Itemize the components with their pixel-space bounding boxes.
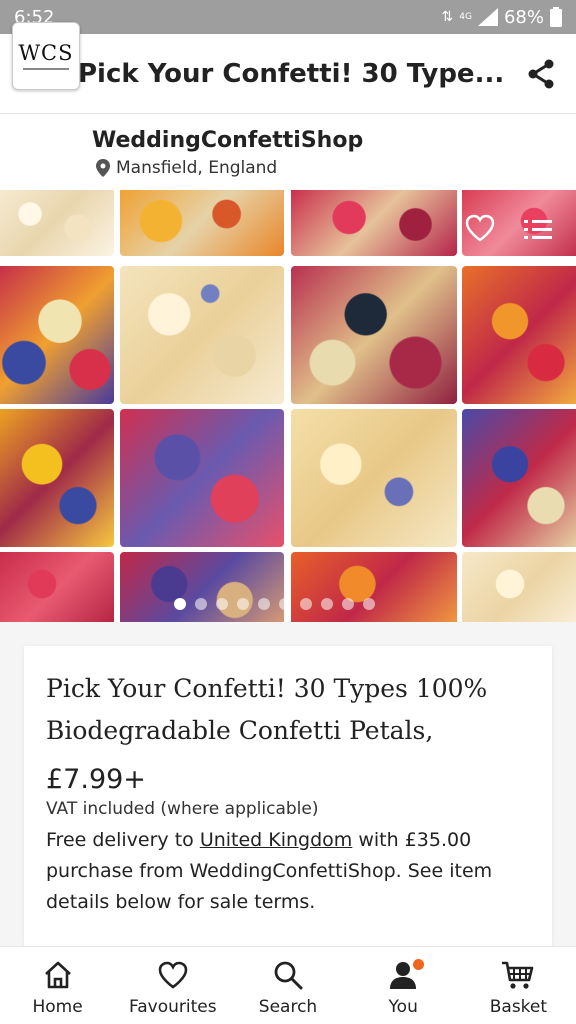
nav-home-label: Home [32,997,83,1017]
gallery-image[interactable] [0,190,114,256]
delivery-country-link[interactable]: United Kingdom [200,829,353,851]
network-label: 4G [459,12,472,22]
shop-logo[interactable]: WCS [12,22,80,90]
gallery-image[interactable] [291,409,457,547]
shop-location-text: Mansfield, England [116,158,278,178]
gallery-image[interactable] [120,190,284,256]
nav-search[interactable]: Search [230,947,345,1024]
location-pin-icon [96,159,110,177]
nav-basket-label: Basket [489,997,548,1017]
favourite-button[interactable] [462,210,498,246]
list-icon [524,220,552,239]
gallery-image[interactable] [462,266,576,404]
heart-icon [157,959,189,991]
gallery-image[interactable] [120,266,284,404]
delivery-info: Free delivery to United Kingdom with £35… [46,825,530,918]
nav-favourites-label: Favourites [129,997,217,1017]
gallery-image[interactable] [0,409,114,547]
nav-you-label: You [388,997,418,1017]
logo-underline [23,67,69,70]
basket-icon [501,959,535,991]
signal-icon [477,8,498,26]
carousel-dot[interactable] [342,598,354,610]
listing-info-card: Pick Your Confetti! 30 Types 100% Biodeg… [24,646,552,946]
status-icons: ⇅ 4G 68% [442,7,562,28]
vat-note: VAT included (where applicable) [46,799,319,819]
image-gallery[interactable] [0,190,576,622]
gallery-image[interactable] [120,552,284,622]
nav-home[interactable]: Home [0,947,115,1024]
add-to-collection-button[interactable] [520,212,556,248]
carousel-dot[interactable] [321,598,333,610]
carousel-dot[interactable] [195,598,207,610]
carousel-dot[interactable] [279,598,291,610]
status-bar: 6:52 ⇅ 4G 68% [0,0,576,34]
shop-location: Mansfield, England [96,158,277,178]
nav-you[interactable]: You [346,947,461,1024]
vibrate-icon: ⇅ [441,9,454,25]
gallery-image[interactable] [120,409,284,547]
carousel-dot[interactable] [216,598,228,610]
nav-favourites[interactable]: Favourites [115,947,230,1024]
battery-icon [550,7,562,27]
shop-logo-text: WCS [18,40,74,65]
carousel-dot[interactable] [300,598,312,610]
carousel-dot[interactable] [258,598,270,610]
nav-search-label: Search [258,997,318,1017]
bottom-nav: Home Favourites Search You Basket [0,946,576,1024]
battery-percent: 68% [503,6,544,28]
share-button[interactable] [506,34,576,114]
home-icon [43,959,73,991]
gallery-image[interactable] [0,266,114,404]
notification-dot [412,959,424,970]
search-icon [273,959,303,991]
listing-price: £7.99+ [46,764,146,795]
gallery-image[interactable] [462,552,576,622]
gallery-image[interactable] [0,552,114,622]
share-icon [528,59,554,88]
carousel-indicators [174,598,375,610]
carousel-dot[interactable] [363,598,375,610]
nav-basket[interactable]: Basket [461,947,576,1024]
gallery-image[interactable] [291,190,457,256]
carousel-dot[interactable] [174,598,186,610]
heart-outline-icon [465,214,495,242]
shop-name[interactable]: WeddingConfettiShop [92,128,363,153]
delivery-prefix: Free delivery to [46,829,200,851]
gallery-image[interactable] [291,552,457,622]
gallery-image[interactable] [291,266,457,404]
carousel-dot[interactable] [237,598,249,610]
gallery-image[interactable] [462,409,576,547]
app-bar: Pick Your Confetti! 30 Type... [0,34,576,114]
listing-title: Pick Your Confetti! 30 Types 100% Biodeg… [46,674,488,745]
page-title: Pick Your Confetti! 30 Type... [78,58,505,89]
shop-header[interactable]: WeddingConfettiShop Mansfield, England [0,114,576,190]
